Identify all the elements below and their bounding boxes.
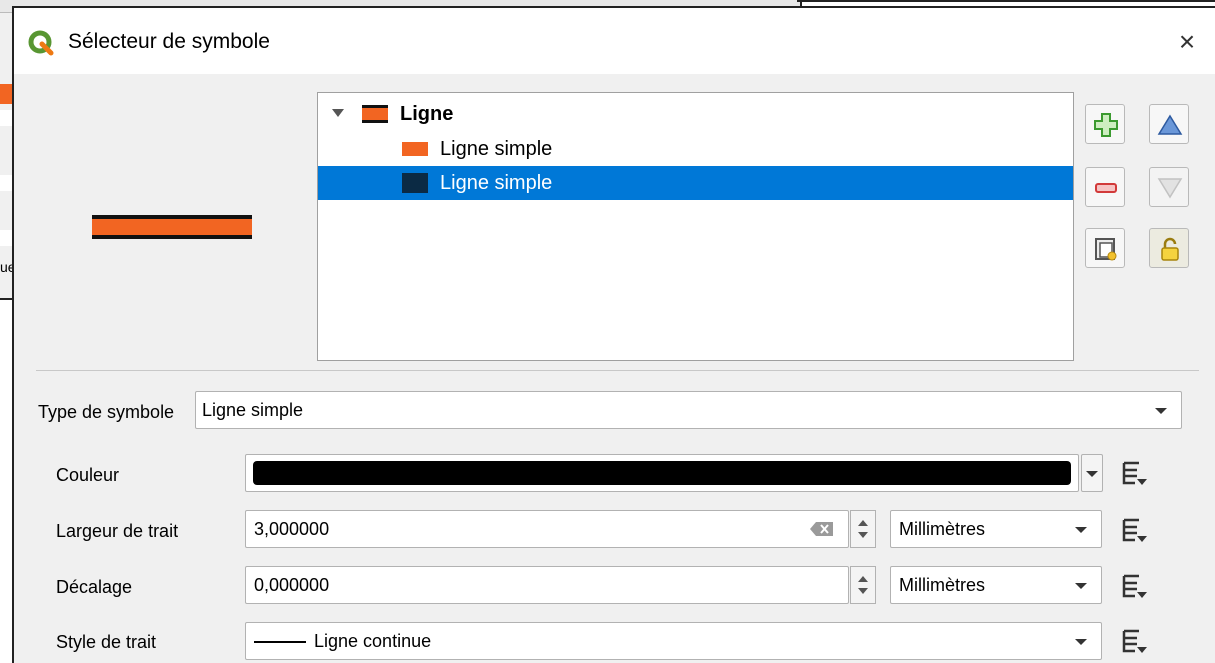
stroke-width-label: Largeur de trait [56,521,179,541]
remove-layer-button[interactable] [1085,167,1125,207]
preview-fill [92,219,252,235]
title-bar: Sélecteur de symbole × [14,8,1215,74]
color-dropdown-button[interactable] [1081,454,1103,492]
move-down-button[interactable] [1149,167,1189,207]
spin-up-icon[interactable] [858,520,868,526]
clear-icon[interactable] [810,521,834,537]
tree-layer-row-selected[interactable]: Ligne simple [318,166,1073,200]
add-layer-button[interactable] [1085,104,1125,144]
stroke-width-spinner[interactable] [850,510,876,548]
tree-layer-row[interactable]: Ligne simple [318,132,1073,166]
layer-color-swatch [402,142,428,156]
expand-arrow-icon[interactable] [332,109,344,117]
chevron-down-icon [1075,583,1087,589]
stroke-style-value: Ligne continue [314,631,432,651]
data-defined-override-icon[interactable] [1117,515,1151,545]
spin-down-icon[interactable] [858,532,868,538]
layer-color-swatch [402,173,428,193]
color-button[interactable] [245,454,1079,492]
offset-input[interactable]: 0,000000 [245,566,849,604]
symbol-layer-tree[interactable]: Ligne Ligne simple Ligne simple [317,92,1074,361]
color-swatch [253,461,1071,485]
plus-icon [1094,113,1118,137]
solid-line-icon [254,641,306,643]
color-label: Couleur [56,465,120,485]
tree-layer-label: Ligne simple [440,172,553,194]
duplicate-icon [1095,238,1117,261]
tree-root-row[interactable]: Ligne [318,97,1073,131]
dialog-title: Sélecteur de symbole [68,30,270,53]
data-defined-override-icon[interactable] [1117,458,1151,488]
symbol-type-combo[interactable]: Ligne simple [195,391,1182,429]
symbol-type-label: Type de symbole [38,402,175,422]
duplicate-layer-button[interactable] [1085,228,1125,268]
move-up-button[interactable] [1149,104,1189,144]
stroke-width-input[interactable]: 3,000000 [245,510,849,548]
data-defined-override-icon[interactable] [1117,626,1151,656]
stroke-width-unit: Millimètres [899,519,986,539]
stroke-width-unit-combo[interactable]: Millimètres [890,510,1102,548]
symbol-preview [92,215,252,239]
minus-icon [1095,183,1117,193]
stroke-style-label: Style de trait [56,632,157,652]
stroke-style-combo[interactable]: Ligne continue [245,622,1102,660]
triangle-down-icon [1157,178,1183,199]
symbol-type-value: Ligne simple [202,400,304,420]
stroke-width-value: 3,000000 [254,519,330,539]
tree-layer-label: Ligne simple [440,138,553,160]
chevron-down-icon [1075,527,1087,533]
close-button[interactable]: × [1169,24,1205,60]
chevron-down-icon [1155,408,1167,414]
tree-root-label: Ligne [400,103,454,125]
lock-icon [1161,237,1179,261]
qgis-logo-icon [28,30,54,56]
line-symbol-icon [362,105,388,123]
lock-layer-button[interactable] [1149,228,1189,268]
spin-down-icon[interactable] [858,588,868,594]
offset-label: Décalage [56,577,133,597]
section-divider [36,370,1199,371]
offset-unit: Millimètres [899,575,986,595]
triangle-up-icon [1157,114,1183,135]
symbol-selector-dialog: Sélecteur de symbole × Ligne Ligne simpl… [12,6,1215,663]
chevron-down-icon [1086,471,1098,477]
spin-up-icon[interactable] [858,576,868,582]
data-defined-override-icon[interactable] [1117,571,1151,601]
chevron-down-icon [1075,639,1087,645]
offset-value: 0,000000 [254,575,330,595]
background-window-edge [797,0,1215,2]
offset-spinner[interactable] [850,566,876,604]
offset-unit-combo[interactable]: Millimètres [890,566,1102,604]
